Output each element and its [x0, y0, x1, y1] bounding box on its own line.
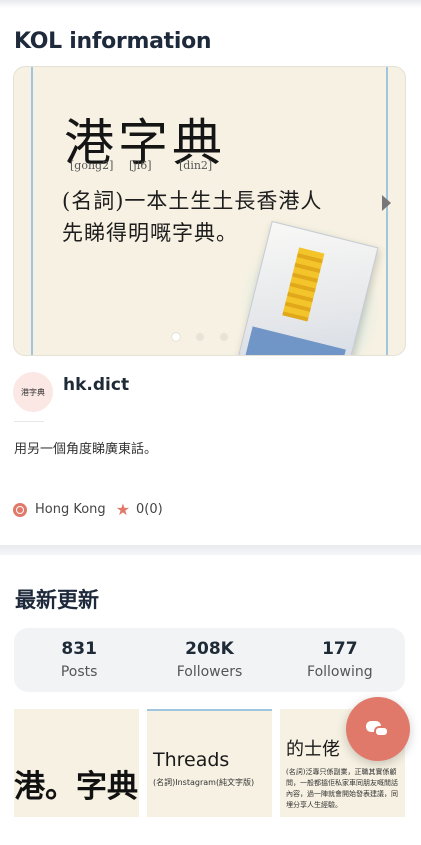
stat-posts[interactable]: 831 Posts [14, 628, 144, 692]
stat-following-value: 177 [322, 639, 358, 659]
banner-definition-line-1: (名詞)一本土生土長香港人 [62, 189, 323, 213]
location-rating-row: Hong Kong ★ 0(0) [13, 500, 163, 519]
location-text: Hong Kong [35, 502, 106, 517]
profile-name[interactable]: hk.dict [63, 375, 129, 395]
banner-guide-line-left [31, 67, 33, 355]
profile-bio: 用另一個角度睇廣東話。 [14, 442, 158, 457]
globe-icon [13, 502, 27, 517]
kol-banner-carousel[interactable]: 港字典 [gong2] [ji6] [din2] (名詞)一本土生土長香港人 先… [13, 66, 406, 356]
stats-card: 831 Posts 208K Followers 177 Following [14, 628, 405, 692]
banner-definition-line-2: 先睇得明嘅字典。 [62, 221, 238, 245]
banner-guide-line-right [386, 67, 388, 355]
top-edge [0, 0, 421, 8]
stat-followers-value: 208K [185, 639, 234, 659]
thumb-2-title: Threads [153, 749, 230, 771]
banner-pinyin-2: [ji6] [129, 159, 152, 172]
stat-followers[interactable]: 208K Followers [144, 628, 274, 692]
stat-posts-value: 831 [61, 639, 97, 659]
carousel-dot-3[interactable] [220, 333, 228, 341]
book-cover-art [282, 247, 325, 322]
kol-section-title: KOL information [14, 29, 212, 54]
carousel-next-icon[interactable] [382, 195, 391, 211]
stat-posts-label: Posts [60, 664, 98, 680]
thumb-1-text: 港。字典 [14, 769, 138, 805]
thumb-3-body: (名詞)泛專只係副業，正職其實係顧問，一般都搵佢私家車同朋友嘅閒話內容，過一陣就… [286, 768, 398, 809]
section-separator [0, 545, 421, 555]
bottom-edge [0, 818, 421, 845]
star-icon: ★ [115, 500, 131, 519]
carousel-dot-1[interactable] [172, 333, 180, 341]
rating-text: 0(0) [136, 502, 163, 517]
banner-pinyin-3: [din2] [179, 159, 213, 172]
divider [14, 421, 44, 422]
post-thumbnail-2[interactable]: Threads (名詞)Instagram(純文字版) [147, 709, 272, 817]
chat-button[interactable] [346, 697, 410, 761]
stat-followers-label: Followers [176, 664, 243, 680]
thumb-2-subtitle: (名詞)Instagram(純文字版) [153, 778, 255, 787]
latest-updates-title: 最新更新 [15, 588, 99, 612]
stat-following[interactable]: 177 Following [275, 628, 405, 692]
post-thumbnail-1[interactable]: 港。字典 [14, 709, 139, 817]
avatar-text: 港字典 [21, 387, 45, 397]
book-cover-band [244, 326, 346, 355]
banner-pinyin-1: [gong2] [70, 159, 114, 172]
thumb-3-title: 的士佬 [286, 739, 340, 760]
avatar[interactable]: 港字典 [13, 372, 53, 412]
carousel-dot-2[interactable] [196, 333, 204, 341]
stat-following-label: Following [307, 664, 373, 680]
chat-bubbles-icon [366, 719, 390, 739]
carousel-dots [172, 333, 228, 341]
